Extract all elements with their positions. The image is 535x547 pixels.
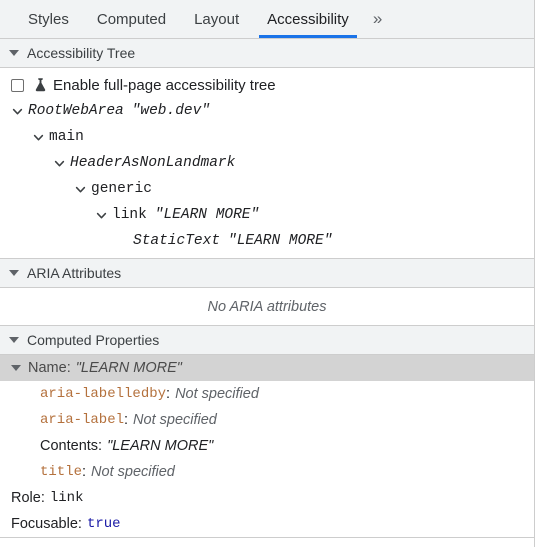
disclosure-triangle-icon <box>9 270 19 276</box>
tab-label: Styles <box>28 10 69 28</box>
node-name: web.dev <box>132 103 210 119</box>
tab-accessibility[interactable]: Accessibility <box>253 0 363 38</box>
property-value: Not specified <box>175 386 259 403</box>
section-header-computed-properties[interactable]: Computed Properties <box>0 326 534 356</box>
checkbox-icon[interactable] <box>11 78 24 92</box>
computed-properties-body: Name: LEARN MORE aria-labelledby: Not sp… <box>0 355 534 537</box>
a11y-tree-node[interactable]: main <box>0 124 534 150</box>
a11y-tree-node[interactable]: HeaderAsNonLandmark <box>0 150 534 176</box>
section-title: Accessibility Tree <box>27 45 136 61</box>
property-value: LEARN MORE <box>107 438 213 454</box>
chevron-down-icon[interactable] <box>11 105 24 118</box>
computed-property-row-aria-labelledby[interactable]: aria-labelledby: Not specified <box>0 381 534 407</box>
computed-property-row-name[interactable]: Name: LEARN MORE <box>0 355 534 382</box>
node-name: LEARN MORE <box>155 207 259 223</box>
node-role: main <box>49 129 84 145</box>
chevron-down-icon[interactable] <box>32 131 45 144</box>
double-chevron-right-icon: » <box>372 9 383 28</box>
property-value: Not specified <box>91 464 175 481</box>
property-key: aria-label <box>40 412 125 429</box>
more-tabs-chevron-icon[interactable]: » <box>363 0 392 38</box>
accessibility-tree-body: Enable full-page accessibility tree Root… <box>0 68 534 259</box>
a11y-tree-node[interactable]: RootWebArea web.dev <box>0 98 534 124</box>
tab-label: Layout <box>194 10 240 28</box>
devtools-tab-bar: Styles Computed Layout Accessibility » <box>0 0 534 39</box>
enable-full-page-a11y-tree-row[interactable]: Enable full-page accessibility tree <box>0 72 534 98</box>
checkbox-label: Enable full-page accessibility tree <box>53 76 276 94</box>
property-colon: : <box>98 438 103 455</box>
computed-property-row-title[interactable]: title: Not specified <box>0 459 534 485</box>
property-key: aria-labelledby <box>40 386 167 403</box>
a11y-tree-node[interactable]: generic <box>0 176 534 202</box>
property-colon: : <box>124 412 129 429</box>
property-value: link <box>49 490 84 507</box>
property-colon: : <box>82 464 87 481</box>
node-role: HeaderAsNonLandmark <box>70 155 236 171</box>
tab-styles[interactable]: Styles <box>14 0 83 38</box>
aria-attributes-empty-message: No ARIA attributes <box>0 288 534 327</box>
disclosure-triangle-icon[interactable] <box>11 365 21 372</box>
panel-bottom-divider <box>0 537 534 547</box>
node-role: StaticText <box>133 233 221 249</box>
property-colon: : <box>77 516 82 533</box>
disclosure-triangle-icon <box>9 337 19 344</box>
property-key: Contents <box>40 438 99 455</box>
property-key: Name <box>28 360 67 377</box>
computed-property-row-contents[interactable]: Contents: LEARN MORE <box>0 433 534 459</box>
node-role: link <box>112 207 147 223</box>
experiment-flask-icon <box>35 78 46 92</box>
tab-computed[interactable]: Computed <box>83 0 180 38</box>
a11y-tree-node[interactable]: link LEARN MORE <box>0 202 534 228</box>
property-value: Not specified <box>133 412 217 429</box>
disclosure-triangle-icon <box>9 50 19 56</box>
property-key: Focusable <box>11 516 78 533</box>
a11y-tree-node[interactable]: StaticText LEARN MORE <box>0 228 534 254</box>
tab-label: Computed <box>96 10 167 28</box>
property-colon: : <box>166 386 171 403</box>
node-role: RootWebArea <box>28 103 124 119</box>
node-name: LEARN MORE <box>228 233 332 249</box>
section-header-aria-attributes[interactable]: ARIA Attributes <box>0 259 534 288</box>
accessibility-panel: Styles Computed Layout Accessibility » A… <box>0 0 535 547</box>
section-header-accessibility-tree[interactable]: Accessibility Tree <box>0 39 534 68</box>
computed-property-row-aria-label[interactable]: aria-label: Not specified <box>0 407 534 433</box>
chevron-down-icon[interactable] <box>53 157 66 170</box>
property-colon: : <box>40 490 45 507</box>
property-key: title <box>40 464 83 481</box>
computed-property-row-focusable[interactable]: Focusable: true <box>0 511 534 537</box>
chevron-down-icon[interactable] <box>74 183 87 196</box>
section-title: Computed Properties <box>27 332 160 349</box>
property-colon: : <box>66 360 71 377</box>
tab-label: Accessibility <box>267 10 349 28</box>
chevron-down-icon[interactable] <box>95 209 108 222</box>
tab-layout[interactable]: Layout <box>180 0 253 38</box>
computed-property-row-role[interactable]: Role: link <box>0 485 534 511</box>
property-key: Role <box>11 490 41 507</box>
section-title: ARIA Attributes <box>27 265 122 281</box>
property-value: LEARN MORE <box>76 360 182 376</box>
node-role: generic <box>91 181 152 197</box>
property-value: true <box>86 516 121 533</box>
